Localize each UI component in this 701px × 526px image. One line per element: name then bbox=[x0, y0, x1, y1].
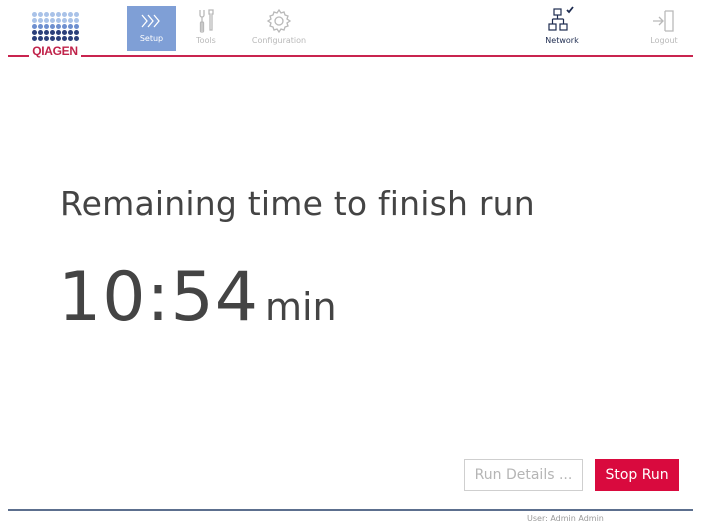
logo-dot bbox=[74, 36, 79, 41]
logo-dot bbox=[32, 24, 37, 29]
nav-setup-label: Setup bbox=[139, 34, 164, 43]
logo-dot bbox=[56, 36, 61, 41]
logo-dot bbox=[68, 18, 73, 23]
logo-dot bbox=[62, 36, 67, 41]
logo-dot bbox=[56, 24, 61, 29]
logo-dot bbox=[56, 18, 61, 23]
logo-dot bbox=[56, 30, 61, 35]
remaining-time-value: 10:54 bbox=[58, 258, 259, 337]
remaining-time-display: 10:54 min bbox=[58, 258, 337, 337]
logo-dot bbox=[62, 24, 67, 29]
configuration-icon bbox=[266, 8, 292, 34]
logo-dot bbox=[32, 18, 37, 23]
logo-dot bbox=[38, 18, 43, 23]
nav-tools-label: Tools bbox=[196, 36, 216, 45]
logo-dot bbox=[38, 36, 43, 41]
nav-network[interactable]: Network bbox=[534, 6, 590, 51]
logo-dot bbox=[68, 30, 73, 35]
logo-dot bbox=[68, 12, 73, 17]
logo-dot bbox=[38, 12, 43, 17]
logo-dot bbox=[68, 36, 73, 41]
nav-configuration[interactable]: Configuration bbox=[244, 6, 314, 51]
logo-dot bbox=[56, 12, 61, 17]
nav-tools[interactable]: Tools bbox=[186, 6, 226, 51]
run-details-button[interactable]: Run Details ... bbox=[464, 459, 583, 491]
logo-dot bbox=[74, 18, 79, 23]
setup-icon bbox=[141, 14, 160, 28]
qiagen-logo: QIAGEN bbox=[29, 12, 81, 62]
logo-dot bbox=[44, 18, 49, 23]
nav-configuration-label: Configuration bbox=[251, 36, 307, 45]
top-bar: QIAGEN Setup Tools Configuration Network… bbox=[0, 0, 701, 62]
logo-dot bbox=[38, 24, 43, 29]
logout-icon bbox=[653, 10, 674, 32]
connected-check-icon bbox=[566, 6, 574, 14]
logo-dot bbox=[44, 24, 49, 29]
footer-divider bbox=[8, 509, 693, 511]
logo-dot bbox=[32, 36, 37, 41]
logo-dot bbox=[50, 36, 55, 41]
logo-dot bbox=[50, 18, 55, 23]
logo-dot bbox=[74, 12, 79, 17]
tools-icon bbox=[199, 9, 214, 33]
user-label: User: Admin Admin bbox=[527, 514, 604, 523]
logo-dot bbox=[44, 36, 49, 41]
logo-dot bbox=[32, 30, 37, 35]
logo-dot bbox=[50, 12, 55, 17]
logo-dot bbox=[50, 24, 55, 29]
logo-text: QIAGEN bbox=[29, 44, 81, 58]
logo-dot bbox=[44, 12, 49, 17]
logo-dot bbox=[62, 18, 67, 23]
stop-run-button[interactable]: Stop Run bbox=[595, 459, 679, 491]
logo-dot bbox=[38, 30, 43, 35]
logo-dot bbox=[68, 24, 73, 29]
logo-dot bbox=[62, 12, 67, 17]
header-divider bbox=[8, 55, 693, 57]
nav-logout[interactable]: Logout bbox=[640, 6, 688, 51]
nav-network-label: Network bbox=[545, 36, 579, 45]
logo-dot bbox=[74, 24, 79, 29]
network-icon bbox=[548, 6, 574, 31]
nav-logout-label: Logout bbox=[650, 36, 678, 45]
logo-dot bbox=[32, 12, 37, 17]
logo-dot bbox=[50, 30, 55, 35]
logo-dot bbox=[74, 30, 79, 35]
logo-dot bbox=[62, 30, 67, 35]
nav-setup[interactable]: Setup bbox=[127, 6, 176, 51]
remaining-time-label: Remaining time to finish run bbox=[60, 184, 535, 223]
remaining-time-unit: min bbox=[264, 285, 337, 329]
logo-dot bbox=[44, 30, 49, 35]
